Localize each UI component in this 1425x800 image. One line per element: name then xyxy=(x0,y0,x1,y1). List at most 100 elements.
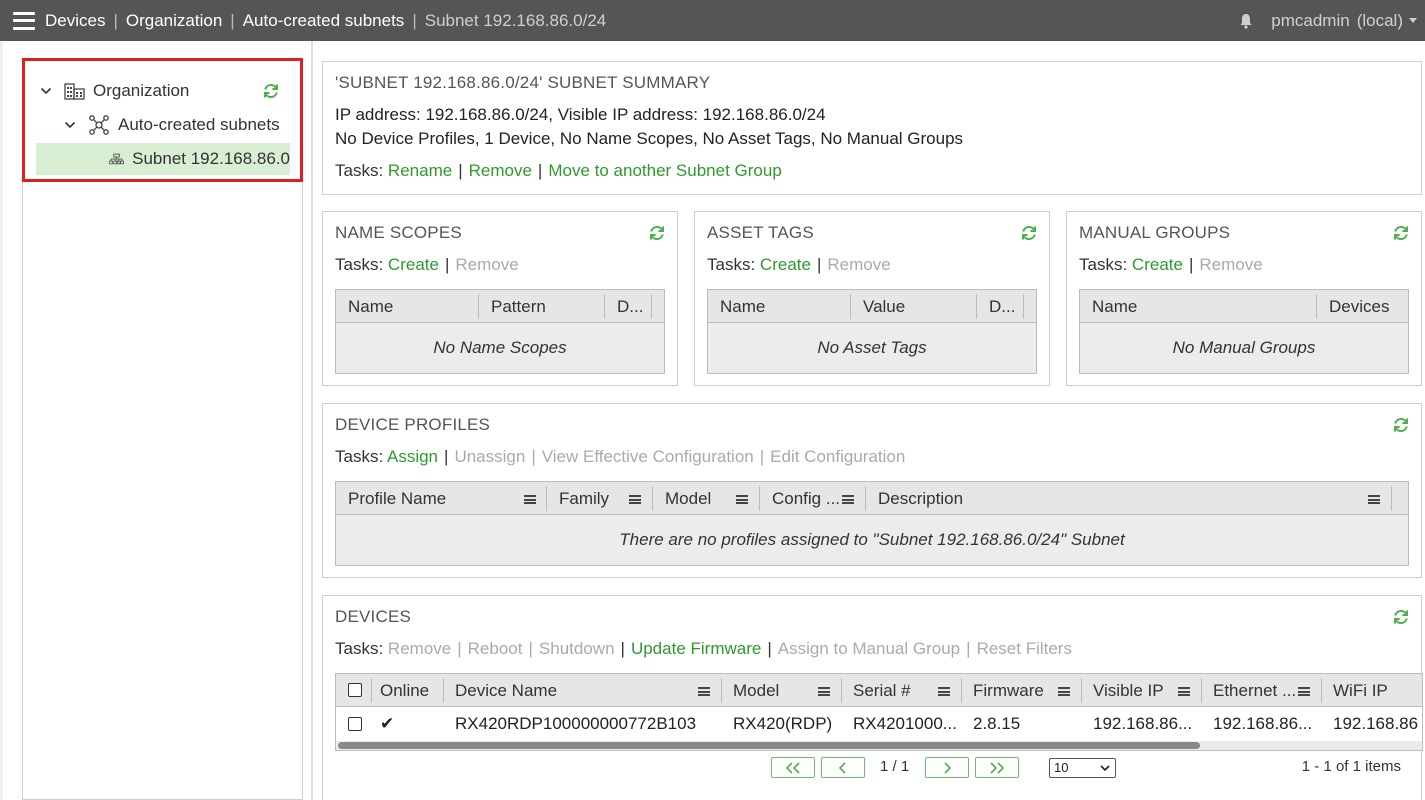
username: pmcadmin xyxy=(1271,10,1350,30)
items-count: 1 - 1 of 1 items xyxy=(1301,758,1401,775)
empty-message: No Name Scopes xyxy=(433,338,567,357)
chevron-left-icon xyxy=(838,761,846,774)
column-header-value[interactable]: Value xyxy=(851,290,976,323)
column-header-name[interactable]: Name xyxy=(708,290,850,323)
column-menu-icon[interactable] xyxy=(1298,687,1310,696)
column-header-description[interactable]: Description xyxy=(866,482,1391,515)
column-header-profile-name[interactable]: Profile Name xyxy=(336,482,546,515)
assign-link[interactable]: Assign xyxy=(387,447,438,466)
bell-icon[interactable] xyxy=(1239,13,1253,29)
panel-title: 'SUBNET 192.168.86.0/24' SUBNET SUMMARY xyxy=(335,73,711,92)
refresh-icon[interactable] xyxy=(648,224,666,242)
breadcrumb-auto-created-subnets[interactable]: Auto-created subnets xyxy=(243,11,405,31)
column-menu-icon[interactable] xyxy=(938,687,950,696)
summary-tasks: Tasks: Rename | Remove | Move to another Sub… xyxy=(335,161,782,180)
grid-header: Name Devices xyxy=(1080,290,1408,323)
tree-item-auto-created-subnets[interactable]: Auto-created subnets xyxy=(64,109,280,141)
top-bar: Devices | Organization | Auto-created su… xyxy=(0,0,1425,41)
refresh-icon[interactable] xyxy=(262,82,280,100)
update-firmware-link[interactable]: Update Firmware xyxy=(631,639,761,658)
tasks-label: Tasks: xyxy=(335,639,384,658)
row-checkbox[interactable] xyxy=(348,717,362,731)
grid-header: Online Device Name Model Serial # Firmwa… xyxy=(336,674,1422,707)
column-header-ethernet[interactable]: Ethernet ... xyxy=(1201,674,1301,707)
remove-link: Remove xyxy=(827,255,891,274)
reboot-link: Reboot xyxy=(467,639,523,658)
move-to-subnet-group-link[interactable]: Move to another Subnet Group xyxy=(548,161,781,180)
rename-link[interactable]: Rename xyxy=(388,161,452,180)
column-header-name[interactable]: Name xyxy=(336,290,478,323)
firmware-cell: 2.8.15 xyxy=(973,714,1021,733)
panel-title: DEVICES xyxy=(335,607,412,626)
user-menu[interactable]: pmcadmin (local) xyxy=(1271,11,1417,31)
column-menu-icon[interactable] xyxy=(818,687,830,696)
page-indicator: 1 / 1 xyxy=(880,758,910,775)
table-row[interactable]: ✔ RX420RDP100000000772B103 RX420(RDP) RX… xyxy=(336,707,1422,741)
create-link[interactable]: Create xyxy=(760,255,811,274)
refresh-icon[interactable] xyxy=(1020,224,1038,242)
hamburger-menu-icon[interactable] xyxy=(13,11,35,30)
asset-tags-tasks: Tasks: Create | Remove xyxy=(707,255,891,274)
online-status-check-icon: ✔ xyxy=(380,714,395,733)
column-header-devices[interactable]: Devices xyxy=(1317,290,1410,323)
devices-tasks: Tasks: Remove | Reboot | Shutdown | Update Fir… xyxy=(335,639,1072,658)
unassign-link: Unassign xyxy=(454,447,526,466)
create-link[interactable]: Create xyxy=(1132,255,1183,274)
breadcrumb-organization[interactable]: Organization xyxy=(126,11,222,31)
devices-panel: DEVICES Tasks: Remove | Reboot | Shutdown | Up… xyxy=(322,595,1423,800)
remove-link[interactable]: Remove xyxy=(469,161,532,180)
column-header-wifi-ip[interactable]: WiFi IP xyxy=(1321,674,1422,707)
column-menu-icon[interactable] xyxy=(1368,495,1380,504)
column-menu-icon[interactable] xyxy=(736,495,748,504)
last-page-button[interactable] xyxy=(975,757,1019,778)
select-all-checkbox[interactable] xyxy=(348,683,362,697)
column-header-online[interactable]: Online xyxy=(368,674,443,707)
column-menu-icon[interactable] xyxy=(698,687,710,696)
remove-link: Remove xyxy=(387,639,452,658)
refresh-icon[interactable] xyxy=(1392,608,1410,626)
next-page-button[interactable] xyxy=(925,757,969,778)
name-scopes-grid: Name Pattern D... No Name Scopes xyxy=(335,289,665,374)
empty-message: There are no profiles assigned to "Subne… xyxy=(619,530,1125,549)
tree-item-label: Auto-created subnets xyxy=(118,115,280,134)
user-realm: (local) xyxy=(1356,10,1403,30)
visible-ip-cell: 192.168.86... xyxy=(1093,714,1193,733)
double-chevron-left-icon xyxy=(785,761,800,774)
panel-title: ASSET TAGS xyxy=(707,223,814,242)
empty-message: No Manual Groups xyxy=(1172,338,1316,357)
column-header-devices[interactable]: D... xyxy=(977,290,1023,323)
building-icon xyxy=(64,83,85,100)
tasks-label: Tasks: xyxy=(335,255,384,274)
column-header-name[interactable]: Name xyxy=(1080,290,1316,323)
previous-page-button[interactable] xyxy=(821,757,865,778)
tree-item-label: Organization xyxy=(93,81,190,100)
serial-cell: RX4201000... xyxy=(853,714,957,733)
model-cell: RX420(RDP) xyxy=(733,714,833,733)
breadcrumb-devices[interactable]: Devices xyxy=(45,11,105,31)
tree-item-organization[interactable]: Organization xyxy=(40,75,189,107)
network-nodes-icon xyxy=(89,115,109,135)
column-header-device-name[interactable]: Device Name xyxy=(443,674,721,707)
column-menu-icon[interactable] xyxy=(842,495,854,504)
column-header-devices[interactable]: D... xyxy=(605,290,651,323)
column-menu-icon[interactable] xyxy=(1178,687,1190,696)
refresh-icon[interactable] xyxy=(1392,416,1410,434)
asset-tags-panel: ASSET TAGS Tasks: Create | Remove Name Val… xyxy=(694,211,1050,386)
breadcrumb-separator: | xyxy=(230,10,235,30)
horizontal-scrollbar[interactable] xyxy=(338,742,1200,749)
panel-title: NAME SCOPES xyxy=(335,223,462,242)
chevron-down-icon[interactable] xyxy=(64,119,76,131)
chevron-down-icon[interactable] xyxy=(40,85,52,97)
page-size-select[interactable]: 10 xyxy=(1049,758,1116,778)
tree-item-subnet[interactable]: Subnet 192.168.86.0 xyxy=(36,143,290,175)
name-scopes-tasks: Tasks: Create | Remove xyxy=(335,255,519,274)
first-page-button[interactable] xyxy=(771,757,815,778)
column-menu-icon[interactable] xyxy=(629,495,641,504)
refresh-icon[interactable] xyxy=(1392,224,1410,242)
column-menu-icon[interactable] xyxy=(524,495,536,504)
create-link[interactable]: Create xyxy=(388,255,439,274)
column-menu-icon[interactable] xyxy=(1058,687,1070,696)
manual-groups-panel: MANUAL GROUPS Tasks: Create | Remove Name … xyxy=(1066,211,1422,386)
chevron-right-icon xyxy=(944,761,952,774)
column-header-pattern[interactable]: Pattern xyxy=(479,290,604,323)
